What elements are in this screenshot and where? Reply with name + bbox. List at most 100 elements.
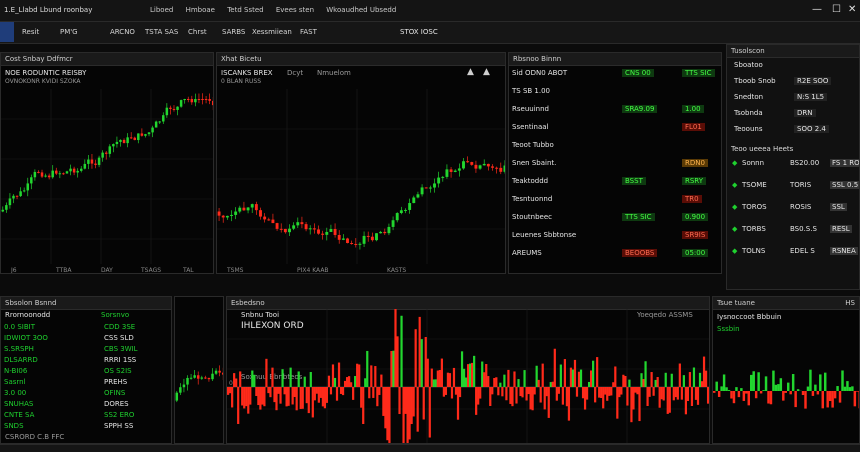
toolbar-item[interactable]: Chrst: [188, 28, 207, 36]
histogram-bar: [343, 380, 347, 387]
histogram-bar: [575, 387, 579, 397]
watchlist-row[interactable]: TS SB 1.00: [512, 87, 718, 99]
toolbar-item[interactable]: Resit: [22, 28, 39, 36]
order-field-value[interactable]: DRN: [794, 109, 816, 117]
panel-value: Sssbin: [717, 325, 740, 333]
histogram-bar: [537, 379, 540, 387]
histogram-bar: [596, 357, 599, 387]
zoom-out-icon[interactable]: ▲: [483, 67, 490, 77]
menu-item[interactable]: Evees sten: [276, 6, 314, 14]
zoom-icon[interactable]: ▲: [467, 67, 474, 77]
menu-item[interactable]: Wkoaudhed Ubsedd: [326, 6, 396, 14]
histogram-bar: [642, 379, 645, 387]
candle-body: [207, 377, 211, 380]
histogram-bar: [656, 377, 659, 387]
toolbar-item[interactable]: SARBS: [222, 28, 245, 36]
order-panel: Tusolscon Sboatoo Tboob Snob R2E SOO Snedto…: [726, 44, 860, 290]
order-field: Sboatoo: [730, 61, 856, 73]
histogram-bar: [769, 391, 773, 405]
menu-item[interactable]: Liboed: [150, 6, 173, 14]
order-row-icon: ◆: [732, 181, 738, 189]
watchlist-value: SRA9.09: [622, 105, 658, 113]
order-field-value[interactable]: N:S 1L5: [794, 93, 828, 101]
order-row[interactable]: ◆ TOLNS EDEL S RSNEA: [730, 247, 858, 259]
histogram-bar: [473, 355, 476, 387]
histogram-bar: [311, 387, 314, 418]
watchlist-row[interactable]: Snen Sbaint. RDN0: [512, 159, 718, 171]
candlestick-chart-2[interactable]: TSMS PIX4 KAAB KASTS: [217, 89, 506, 274]
order-row[interactable]: ◆ TSOME TORIS SSL 0.5: [730, 181, 859, 193]
histogram-bar: [567, 387, 571, 421]
candle-body: [495, 167, 499, 169]
histogram-bar: [295, 387, 298, 411]
histogram-bar: [434, 379, 437, 387]
candle-body: [354, 244, 358, 245]
histogram-bar: [688, 372, 692, 387]
order-row-value: BS0.S.S: [790, 225, 817, 233]
histogram-bar: [577, 371, 581, 387]
order-field-value[interactable]: SOO 2.4: [794, 125, 829, 133]
histogram-bar: [638, 387, 641, 422]
candle-body: [292, 225, 296, 229]
close-icon[interactable]: ✕: [848, 4, 856, 15]
menu-item[interactable]: Tetd Ssted: [227, 6, 263, 14]
menu-item[interactable]: Hmboae: [186, 6, 215, 14]
toolbar-item[interactable]: ARCNO: [110, 28, 135, 36]
candle-body: [218, 370, 221, 373]
list-item-name: S.SRSPH: [4, 345, 34, 353]
minimize-icon[interactable]: —: [812, 4, 822, 15]
histogram-bar: [789, 391, 792, 395]
histogram-bar: [469, 363, 472, 387]
candle-body: [441, 176, 445, 178]
histogram-bar: [668, 387, 671, 413]
histogram-bar: [485, 363, 488, 387]
watchlist-row[interactable]: Ssentinaal FL01: [512, 123, 718, 135]
histogram-bar: [406, 387, 409, 443]
histogram-bar: [553, 348, 556, 387]
histogram-bar: [497, 387, 500, 396]
order-row[interactable]: ◆ Sonnn BS20.00 FS 1 ROS: [730, 159, 859, 171]
histogram-bar: [624, 375, 627, 387]
watchlist-row[interactable]: AREUMS BEOOBS 05:00: [512, 249, 718, 261]
watchlist-row[interactable]: Teoot Tubbo: [512, 141, 718, 153]
candle-body: [433, 183, 436, 188]
watchlist-row[interactable]: Rseuuinnd SRA9.09 1.00: [512, 105, 718, 117]
order-field: Snedton N:S 1L5: [730, 93, 856, 105]
toolbar-item[interactable]: Xessmiiean: [252, 28, 292, 36]
toolbar-item[interactable]: PM'G: [60, 28, 78, 36]
histogram-bar: [700, 381, 704, 387]
histogram-bar: [448, 373, 452, 387]
x-tick-label: PIX4 KAAB: [297, 267, 329, 274]
mini-chart[interactable]: [175, 297, 224, 444]
watchlist-name: Rseuuinnd: [512, 105, 549, 113]
order-row[interactable]: ◆ TORBS BS0.S.S RESL: [730, 225, 856, 237]
maximize-icon[interactable]: ☐: [832, 4, 841, 15]
order-row[interactable]: ◆ TOROS ROSIS SSL: [730, 203, 856, 215]
panel-tab[interactable]: HS: [845, 297, 855, 309]
candle-body: [108, 146, 112, 154]
histogram-bar: [489, 387, 492, 406]
candlestick-chart-1[interactable]: J6 TTBA DAY TSAGS TAL: [1, 89, 214, 274]
bottom-right-chart[interactable]: [713, 337, 860, 444]
histogram-bar: [610, 387, 613, 396]
watchlist-row[interactable]: Tesntuonnd TR0: [512, 195, 718, 207]
histogram-bar: [432, 379, 435, 387]
watchlist-row[interactable]: Leuenes Sbbtonse SR9IS: [512, 231, 718, 243]
watchlist-row[interactable]: Teaktoddd BSST RSRY: [512, 177, 718, 189]
watchlist-row[interactable]: Stoutnbeec TTS SIC 0.900: [512, 213, 718, 225]
histogram-bar: [644, 361, 647, 387]
panel-header: Tsue tuane HS: [713, 297, 859, 310]
order-field-value[interactable]: R2E SOO: [794, 77, 832, 85]
histogram-chart[interactable]: 0: [227, 309, 710, 444]
histogram-bar: [503, 374, 506, 387]
histogram-bar: [678, 363, 681, 387]
histogram-bar: [853, 391, 857, 407]
candle-body: [221, 372, 223, 375]
candle-body: [69, 168, 72, 172]
histogram-bar: [784, 391, 787, 393]
order-row-value: ROSIS: [790, 203, 812, 211]
histogram-bar: [412, 387, 415, 417]
toolbar-item[interactable]: FAST: [300, 28, 317, 36]
toolbar-item[interactable]: TSTA SAS: [145, 28, 178, 36]
watchlist-row[interactable]: Sid ODN0 ABOT CNS 00 TTS SIC: [512, 69, 718, 81]
